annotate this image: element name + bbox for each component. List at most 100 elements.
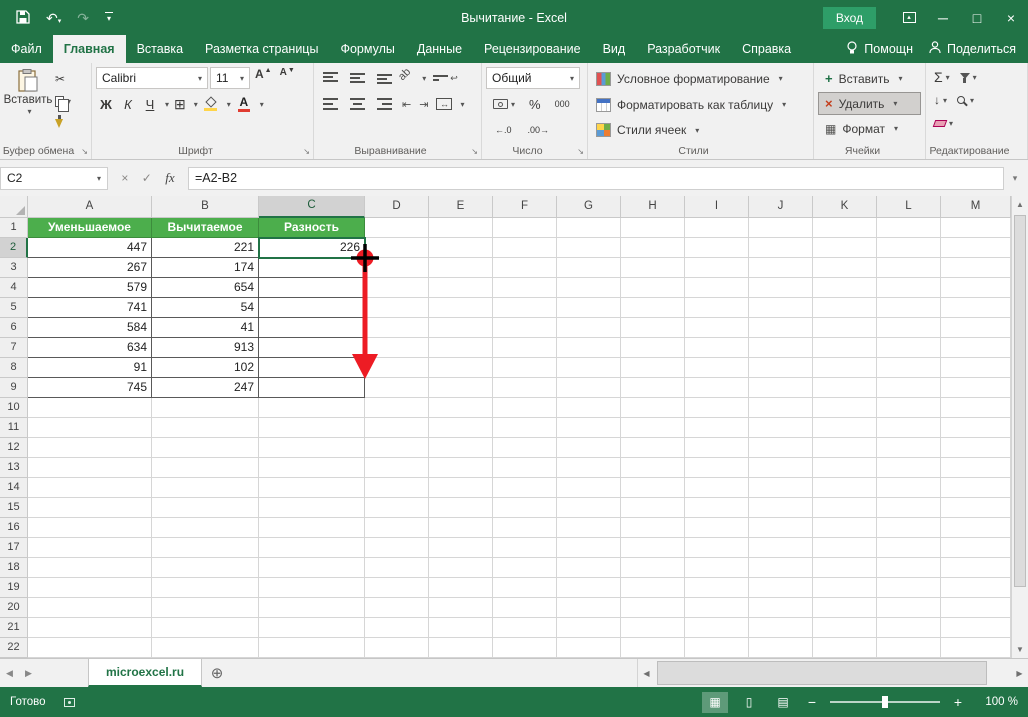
col-header-F[interactable]: F — [493, 196, 557, 218]
sign-in-button[interactable]: Вход — [822, 6, 876, 29]
orientation-icon[interactable]: ab — [394, 64, 422, 92]
cell-E14[interactable] — [429, 478, 493, 498]
cell-B22[interactable] — [152, 638, 259, 658]
cell-I5[interactable] — [685, 298, 749, 318]
close-icon[interactable]: × — [994, 0, 1028, 35]
row-header-8[interactable]: 8 — [0, 358, 28, 378]
cell-F18[interactable] — [493, 558, 557, 578]
tab-Данные[interactable]: Данные — [406, 35, 473, 63]
cell-C22[interactable] — [259, 638, 365, 658]
cell-K14[interactable] — [813, 478, 877, 498]
tab-Вставка[interactable]: Вставка — [126, 35, 194, 63]
row-header-9[interactable]: 9 — [0, 378, 28, 398]
cell-A11[interactable] — [28, 418, 152, 438]
cell-B9[interactable]: 247 — [152, 378, 259, 398]
underline-button[interactable]: Ч — [140, 93, 160, 115]
cell-M2[interactable] — [941, 238, 1011, 258]
comma-format-icon[interactable]: 000 — [552, 93, 573, 115]
cell-M20[interactable] — [941, 598, 1011, 618]
cell-H12[interactable] — [621, 438, 685, 458]
cell-I16[interactable] — [685, 518, 749, 538]
cell-M13[interactable] — [941, 458, 1011, 478]
cell-B21[interactable] — [152, 618, 259, 638]
cell-G22[interactable] — [557, 638, 621, 658]
cell-M1[interactable] — [941, 218, 1011, 238]
cell-B5[interactable]: 54 — [152, 298, 259, 318]
cell-L13[interactable] — [877, 458, 941, 478]
cell-H5[interactable] — [621, 298, 685, 318]
cell-G12[interactable] — [557, 438, 621, 458]
col-header-L[interactable]: L — [877, 196, 941, 218]
decrease-indent-icon[interactable]: ⇤ — [399, 93, 414, 115]
cell-K6[interactable] — [813, 318, 877, 338]
cell-F12[interactable] — [493, 438, 557, 458]
cell-K10[interactable] — [813, 398, 877, 418]
insert-cells-button[interactable]: + Вставить ▾ — [818, 67, 921, 90]
cell-J18[interactable] — [749, 558, 813, 578]
sort-filter-button[interactable]: ▾ — [959, 72, 977, 83]
col-header-D[interactable]: D — [365, 196, 429, 218]
cell-G6[interactable] — [557, 318, 621, 338]
cell-B10[interactable] — [152, 398, 259, 418]
cell-E11[interactable] — [429, 418, 493, 438]
cell-L22[interactable] — [877, 638, 941, 658]
cell-I14[interactable] — [685, 478, 749, 498]
cell-K15[interactable] — [813, 498, 877, 518]
cell-H21[interactable] — [621, 618, 685, 638]
number-format-select[interactable]: Общий ▾ — [486, 67, 580, 89]
font-size-select[interactable]: 11 ▾ — [210, 67, 250, 89]
cell-C14[interactable] — [259, 478, 365, 498]
cell-M18[interactable] — [941, 558, 1011, 578]
cell-K11[interactable] — [813, 418, 877, 438]
cell-L10[interactable] — [877, 398, 941, 418]
cell-H16[interactable] — [621, 518, 685, 538]
cell-E15[interactable] — [429, 498, 493, 518]
cell-I20[interactable] — [685, 598, 749, 618]
fill-color-icon[interactable] — [200, 93, 222, 115]
align-left-icon[interactable] — [318, 93, 343, 115]
cell-D19[interactable] — [365, 578, 429, 598]
cell-E22[interactable] — [429, 638, 493, 658]
row-header-18[interactable]: 18 — [0, 558, 28, 578]
fill-button[interactable]: ↓ ▾ — [934, 93, 947, 107]
select-all-button[interactable] — [0, 196, 28, 218]
cell-C5[interactable] — [259, 298, 365, 318]
cell-F3[interactable] — [493, 258, 557, 278]
cell-G5[interactable] — [557, 298, 621, 318]
cell-L18[interactable] — [877, 558, 941, 578]
cell-E20[interactable] — [429, 598, 493, 618]
cell-D17[interactable] — [365, 538, 429, 558]
cell-J6[interactable] — [749, 318, 813, 338]
cell-A6[interactable]: 584 — [28, 318, 152, 338]
cell-D13[interactable] — [365, 458, 429, 478]
cell-C11[interactable] — [259, 418, 365, 438]
cell-C18[interactable] — [259, 558, 365, 578]
cell-E10[interactable] — [429, 398, 493, 418]
cell-I18[interactable] — [685, 558, 749, 578]
cell-D18[interactable] — [365, 558, 429, 578]
font-dialog-launcher-icon[interactable]: ↘ — [303, 148, 310, 156]
cell-L19[interactable] — [877, 578, 941, 598]
cell-K19[interactable] — [813, 578, 877, 598]
cell-F9[interactable] — [493, 378, 557, 398]
conditional-formatting-button[interactable]: Условное форматирование ▾ — [592, 67, 809, 91]
borders-icon[interactable]: ⊞ — [171, 93, 189, 115]
row-header-16[interactable]: 16 — [0, 518, 28, 538]
view-page-break-icon[interactable]: ▤ — [770, 692, 796, 713]
cell-F19[interactable] — [493, 578, 557, 598]
align-top-icon[interactable] — [318, 67, 343, 89]
cell-J4[interactable] — [749, 278, 813, 298]
col-header-C[interactable]: C — [259, 196, 365, 218]
cell-F8[interactable] — [493, 358, 557, 378]
cell-J15[interactable] — [749, 498, 813, 518]
cell-F11[interactable] — [493, 418, 557, 438]
cell-K18[interactable] — [813, 558, 877, 578]
view-normal-icon[interactable]: ▦ — [702, 691, 728, 713]
cell-A18[interactable] — [28, 558, 152, 578]
cut-icon[interactable]: ✂ — [52, 70, 74, 88]
cell-H20[interactable] — [621, 598, 685, 618]
save-icon[interactable] — [16, 9, 30, 26]
cell-E8[interactable] — [429, 358, 493, 378]
minimize-icon[interactable]: ─ — [926, 0, 960, 35]
cell-K16[interactable] — [813, 518, 877, 538]
